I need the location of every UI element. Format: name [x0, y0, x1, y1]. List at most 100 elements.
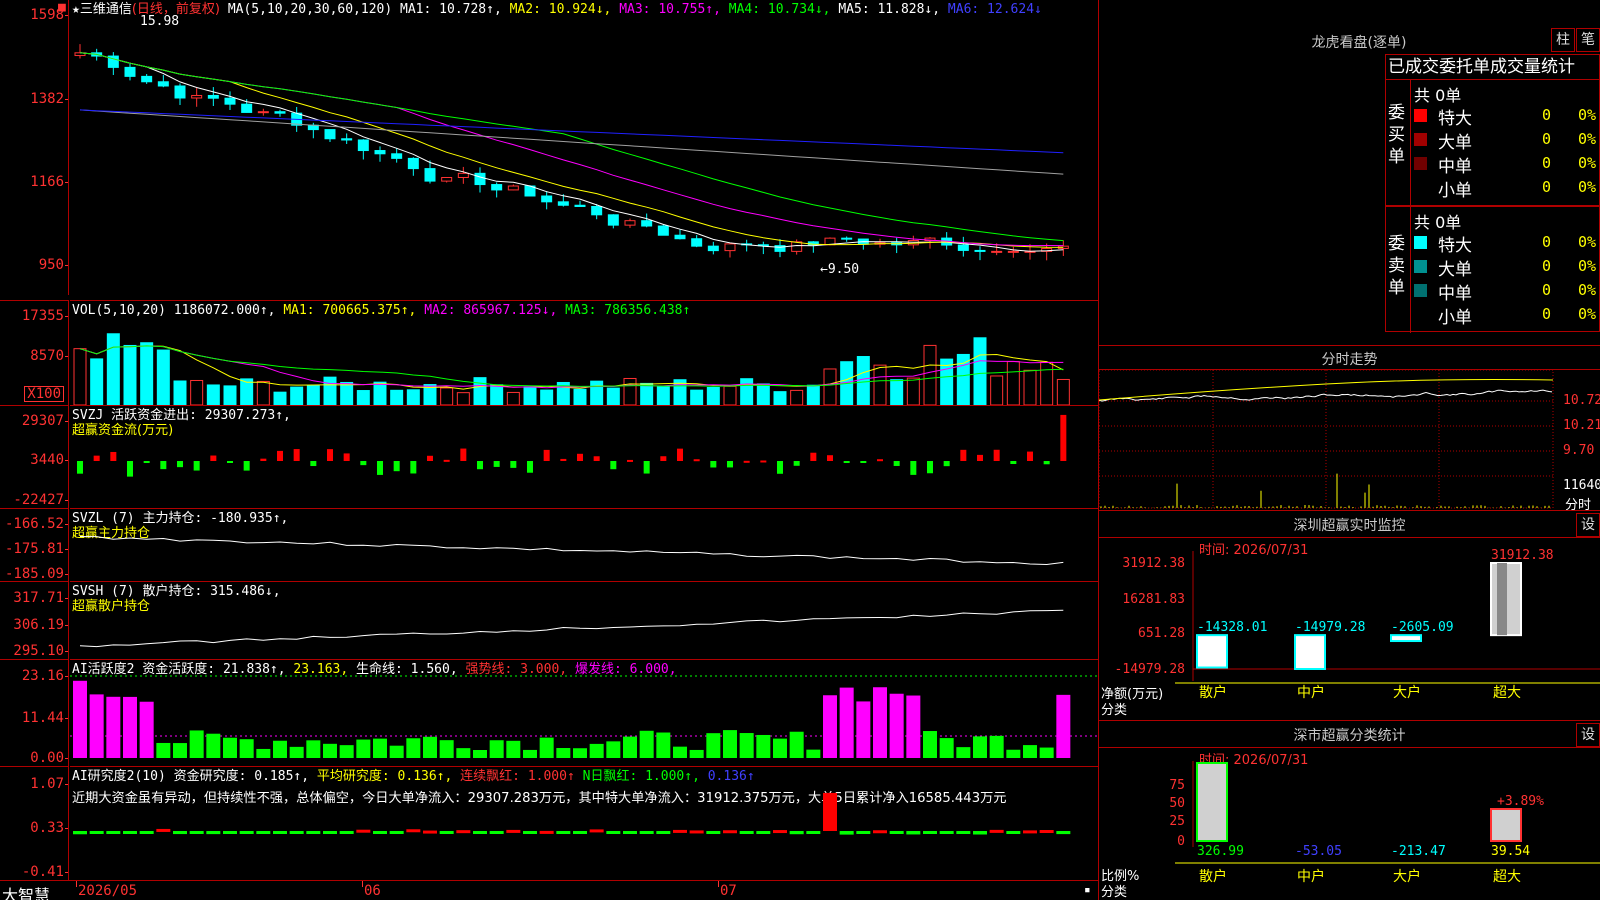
volume-bar — [206, 384, 220, 406]
activity-bar — [239, 739, 254, 758]
svzj-pane[interactable]: SVZJ 活跃资金进出: 29307.273↑, 超赢资金流(万元) — [70, 405, 1098, 508]
intraday-panel[interactable]: 分时走势 10.72 10.21 9.70 11640 分时 — [1098, 345, 1600, 513]
svzl-tick-2: -175.81 — [4, 541, 69, 557]
order-row: 中单 0 0% — [1414, 279, 1599, 304]
activity-bar — [1056, 694, 1071, 758]
svzl-tick-3: -185.09 — [4, 566, 69, 582]
flow-bar — [810, 452, 817, 461]
order-pct: 0% — [1578, 154, 1597, 172]
sell-block: 委卖单 共 0单 特大 0 0% 大单 0 0% 中单 0 0% 小单 0 0% — [1385, 206, 1600, 333]
vol-unit: X100 — [24, 386, 64, 402]
order-row: 中单 0 0% — [1414, 152, 1599, 177]
activity-bar — [639, 730, 654, 758]
main-position-line — [79, 536, 1064, 566]
volume-bar — [756, 383, 770, 406]
volume-bar — [473, 377, 487, 406]
vol-axis: 17355 8570 X100 — [0, 300, 69, 405]
vol-pane[interactable]: VOL(5,10,20) 1186072.000↑, MA1: 700665.3… — [70, 300, 1098, 406]
flow-bar — [760, 460, 767, 463]
research-bar — [539, 830, 554, 834]
svzl-pane[interactable]: SVZL (7) 主力持仓: -180.935↑, 超赢主力持仓 — [70, 508, 1098, 581]
svzj-tick-1: 29307 — [21, 413, 69, 429]
order-pct: 0% — [1578, 106, 1597, 124]
aires-pane[interactable]: AI研究度2(10) 资金研究度: 0.185↑, 平均研究度: 0.136↑,… — [70, 766, 1098, 880]
volume-bar — [256, 380, 270, 406]
volume-bar — [773, 391, 787, 406]
order-stats-tab[interactable]: 已成交委托单成交量统计 — [1385, 54, 1600, 80]
flow-bar — [327, 449, 333, 461]
candle-body — [274, 111, 286, 114]
sz-monitor-panel: 深圳超赢实时监控 设 时间: 2026/07/31 31912.38 16281.… — [1099, 510, 1600, 720]
aiact-pane[interactable]: AI活跃度2 资金活跃度: 21.838↑, 23.163, 生命线: 1.56… — [70, 659, 1098, 766]
activity-bar — [756, 734, 771, 758]
fs-tick-3: 9.70 — [1563, 443, 1595, 458]
research-bar — [606, 831, 621, 834]
research-bar — [173, 831, 187, 835]
research-bar — [156, 828, 171, 832]
order-type: 中单 — [1438, 157, 1472, 177]
sz-xlabel: 分类 — [1101, 703, 1128, 718]
tick-view-button[interactable]: 笔 — [1576, 28, 1600, 52]
volume-bar — [890, 379, 904, 406]
order-color-swatch — [1414, 284, 1427, 297]
cls-bar-category: 超大 — [1493, 869, 1521, 885]
research-bar — [806, 831, 821, 834]
activity-bar — [923, 731, 937, 758]
activity-bar — [773, 738, 787, 758]
order-row: 小单 0 0% — [1414, 303, 1599, 328]
volume-bar — [173, 380, 187, 406]
activity-bar — [856, 701, 871, 758]
volume-bar — [706, 386, 720, 406]
research-chart — [73, 792, 1071, 835]
order-row: 大单 0 0% — [1414, 255, 1599, 280]
retail-position-line — [79, 609, 1064, 648]
research-bar — [889, 831, 904, 834]
research-bar — [939, 831, 954, 834]
activity-bar — [723, 730, 737, 758]
activity-bar — [606, 741, 621, 758]
research-bar — [1006, 831, 1021, 834]
research-bar — [723, 830, 737, 834]
aiact-tick-2: 11.44 — [21, 710, 69, 726]
sz-bar-value: -14979.28 — [1295, 620, 1365, 635]
research-bar — [1039, 830, 1054, 834]
order-row: 特大 0 0% — [1414, 104, 1599, 129]
flow-bar — [593, 456, 600, 461]
order-type: 大单 — [1438, 133, 1472, 153]
sz-bar — [1196, 634, 1228, 669]
volume-bar — [540, 389, 554, 406]
candle-body — [691, 238, 703, 247]
research-bar — [323, 831, 337, 834]
volume-bar — [323, 376, 337, 406]
activity-bar — [523, 749, 537, 758]
svsh-pane[interactable]: SVSH (7) 散户持仓: 315.486↓, 超赢散户持仓 — [70, 581, 1098, 659]
order-type: 小单 — [1438, 181, 1472, 201]
sell-side-label: 委卖单 — [1388, 234, 1405, 298]
order-pct: 0% — [1578, 130, 1597, 148]
candle-body — [241, 103, 253, 113]
volume-bar — [873, 364, 887, 406]
lock-icon[interactable]: ▪ — [1084, 883, 1091, 896]
research-bar — [223, 831, 237, 834]
flow-bar — [977, 454, 983, 461]
sell-total: 共 0单 — [1414, 213, 1462, 232]
volume-bar — [723, 385, 737, 406]
order-count: 0 — [1542, 305, 1552, 323]
activity-bar — [739, 733, 754, 758]
fs-tick-2: 10.21 — [1563, 418, 1600, 433]
activity-bar — [789, 731, 804, 758]
candle-body — [1007, 250, 1019, 253]
research-bar — [123, 831, 137, 834]
flow-bar — [727, 461, 733, 468]
vol-tick-1: 17355 — [21, 308, 69, 324]
candle-body — [224, 97, 236, 105]
candle-body — [607, 214, 619, 226]
research-bar — [89, 831, 104, 834]
volume-bar — [456, 392, 470, 406]
volume-bar — [656, 386, 670, 406]
price-pane[interactable]: ★三维通信(日线，前复权) MA(5,10,20,30,60,120) MA1:… — [70, 0, 1098, 300]
bar-view-button[interactable]: 柱 — [1551, 28, 1575, 52]
volume-bar — [906, 377, 920, 406]
sz-axis-tick: 16281.83 — [1122, 592, 1185, 607]
activity-bar — [89, 694, 104, 758]
